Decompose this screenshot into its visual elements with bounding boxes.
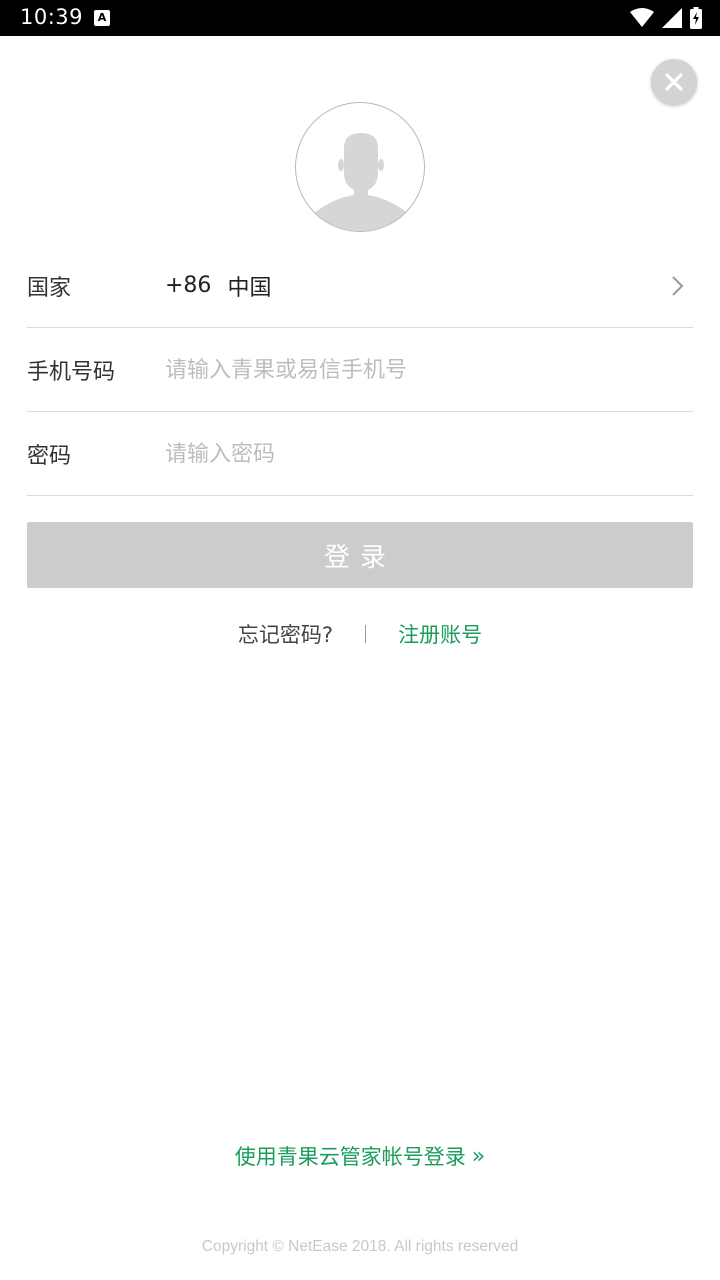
battery-icon — [690, 7, 702, 29]
login-button[interactable]: 登录 — [27, 522, 693, 588]
double-chevron-right-icon: » — [471, 1143, 486, 1169]
country-name: 中国 — [227, 275, 272, 301]
close-button[interactable] — [651, 59, 697, 105]
avatar[interactable] — [295, 102, 425, 232]
wifi-icon — [630, 8, 654, 27]
default-avatar-icon — [314, 133, 408, 231]
password-label: 密码 — [27, 443, 72, 469]
status-time: 10:39 — [20, 5, 84, 29]
country-code: +86 — [165, 273, 212, 298]
phone-label: 手机号码 — [27, 359, 116, 385]
alt-login-link[interactable]: 使用青果云管家帐号登录 » — [0, 1136, 720, 1176]
country-label: 国家 — [27, 275, 72, 301]
auth-links: 忘记密码? 注册账号 — [0, 612, 720, 656]
password-input[interactable] — [165, 432, 685, 476]
app-notification-icon: A — [94, 10, 110, 26]
status-bar: 10:39 A — [0, 0, 720, 36]
phone-row: 手机号码 — [27, 328, 693, 412]
alt-login-label: 使用青果云管家帐号登录 — [234, 1145, 466, 1169]
forgot-password-link[interactable]: 忘记密码? — [238, 619, 365, 649]
password-row: 密码 — [27, 412, 693, 496]
country-value: +86 中国 — [165, 244, 271, 327]
copyright-text: Copyright © NetEase 2018. All rights res… — [201, 1238, 519, 1255]
chevron-right-icon — [672, 276, 684, 296]
phone-input[interactable] — [165, 348, 685, 392]
country-selector[interactable]: 国家 +86 中国 — [27, 244, 693, 328]
status-icons — [630, 6, 702, 30]
signal-icon — [662, 8, 682, 28]
close-icon — [665, 73, 683, 91]
register-link[interactable]: 注册账号 — [366, 619, 482, 649]
